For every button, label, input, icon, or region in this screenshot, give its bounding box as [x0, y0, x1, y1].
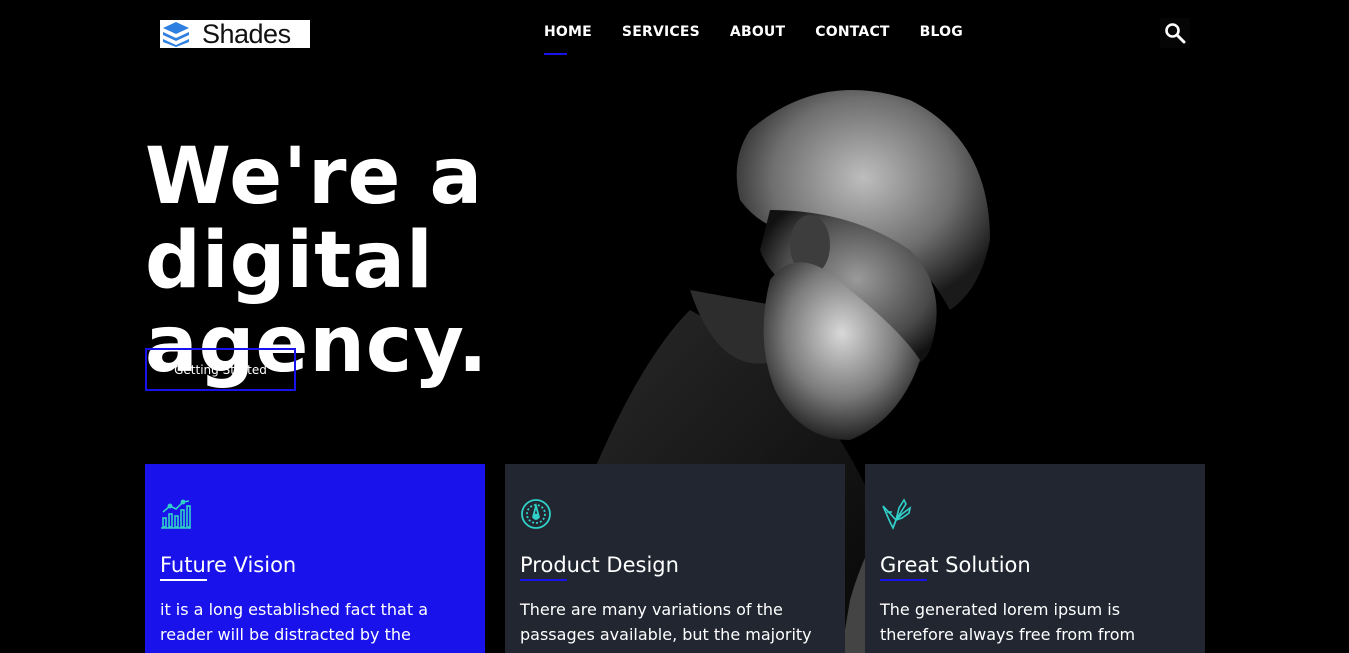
feature-title-text: Future Vision [160, 553, 297, 577]
feature-title: Future Vision [160, 552, 296, 581]
gauge-icon [521, 499, 551, 529]
feature-card-future-vision[interactable]: Future Vision it is a long established f… [145, 464, 485, 653]
main-nav: HOME SERVICES ABOUT CONTACT BLOG [544, 24, 963, 55]
getting-started-button[interactable]: Getting Started [145, 348, 296, 391]
feature-title-text: Great Solution [880, 553, 1031, 577]
nav-item-about[interactable]: ABOUT [730, 24, 785, 50]
feature-card-great-solution[interactable]: Great Solution The generated lorem ipsum… [865, 464, 1205, 653]
pen-tools-icon [882, 498, 912, 530]
title-underline [880, 579, 927, 581]
nav-item-contact[interactable]: CONTACT [815, 24, 889, 50]
nav-item-services[interactable]: SERVICES [622, 24, 700, 50]
feature-text: The generated lorem ipsum is therefore a… [880, 600, 1136, 644]
page: Shades HOME SERVICES ABOUT CONTACT BLOG … [0, 0, 1349, 653]
search-button[interactable] [1160, 18, 1190, 48]
feature-title-text: Product Design [520, 553, 679, 577]
hero-title-line1: We're a digital [145, 132, 484, 306]
search-icon [1165, 23, 1186, 44]
layers-icon [163, 22, 189, 47]
nav-item-home[interactable]: HOME [544, 24, 592, 55]
feature-title: Product Design [520, 552, 679, 581]
brand-name: Shades [202, 19, 291, 49]
feature-text: it is a long established fact that a rea… [160, 600, 429, 644]
feature-card-product-design[interactable]: Product Design There are many variations… [505, 464, 845, 653]
nav-item-blog[interactable]: BLOG [920, 24, 963, 50]
feature-title: Great Solution [880, 552, 1031, 581]
title-underline [160, 579, 207, 581]
growth-chart-icon [161, 499, 191, 529]
title-underline [520, 579, 567, 581]
feature-text: There are many variations of the passage… [520, 600, 812, 644]
brand-logo[interactable]: Shades [160, 20, 310, 48]
